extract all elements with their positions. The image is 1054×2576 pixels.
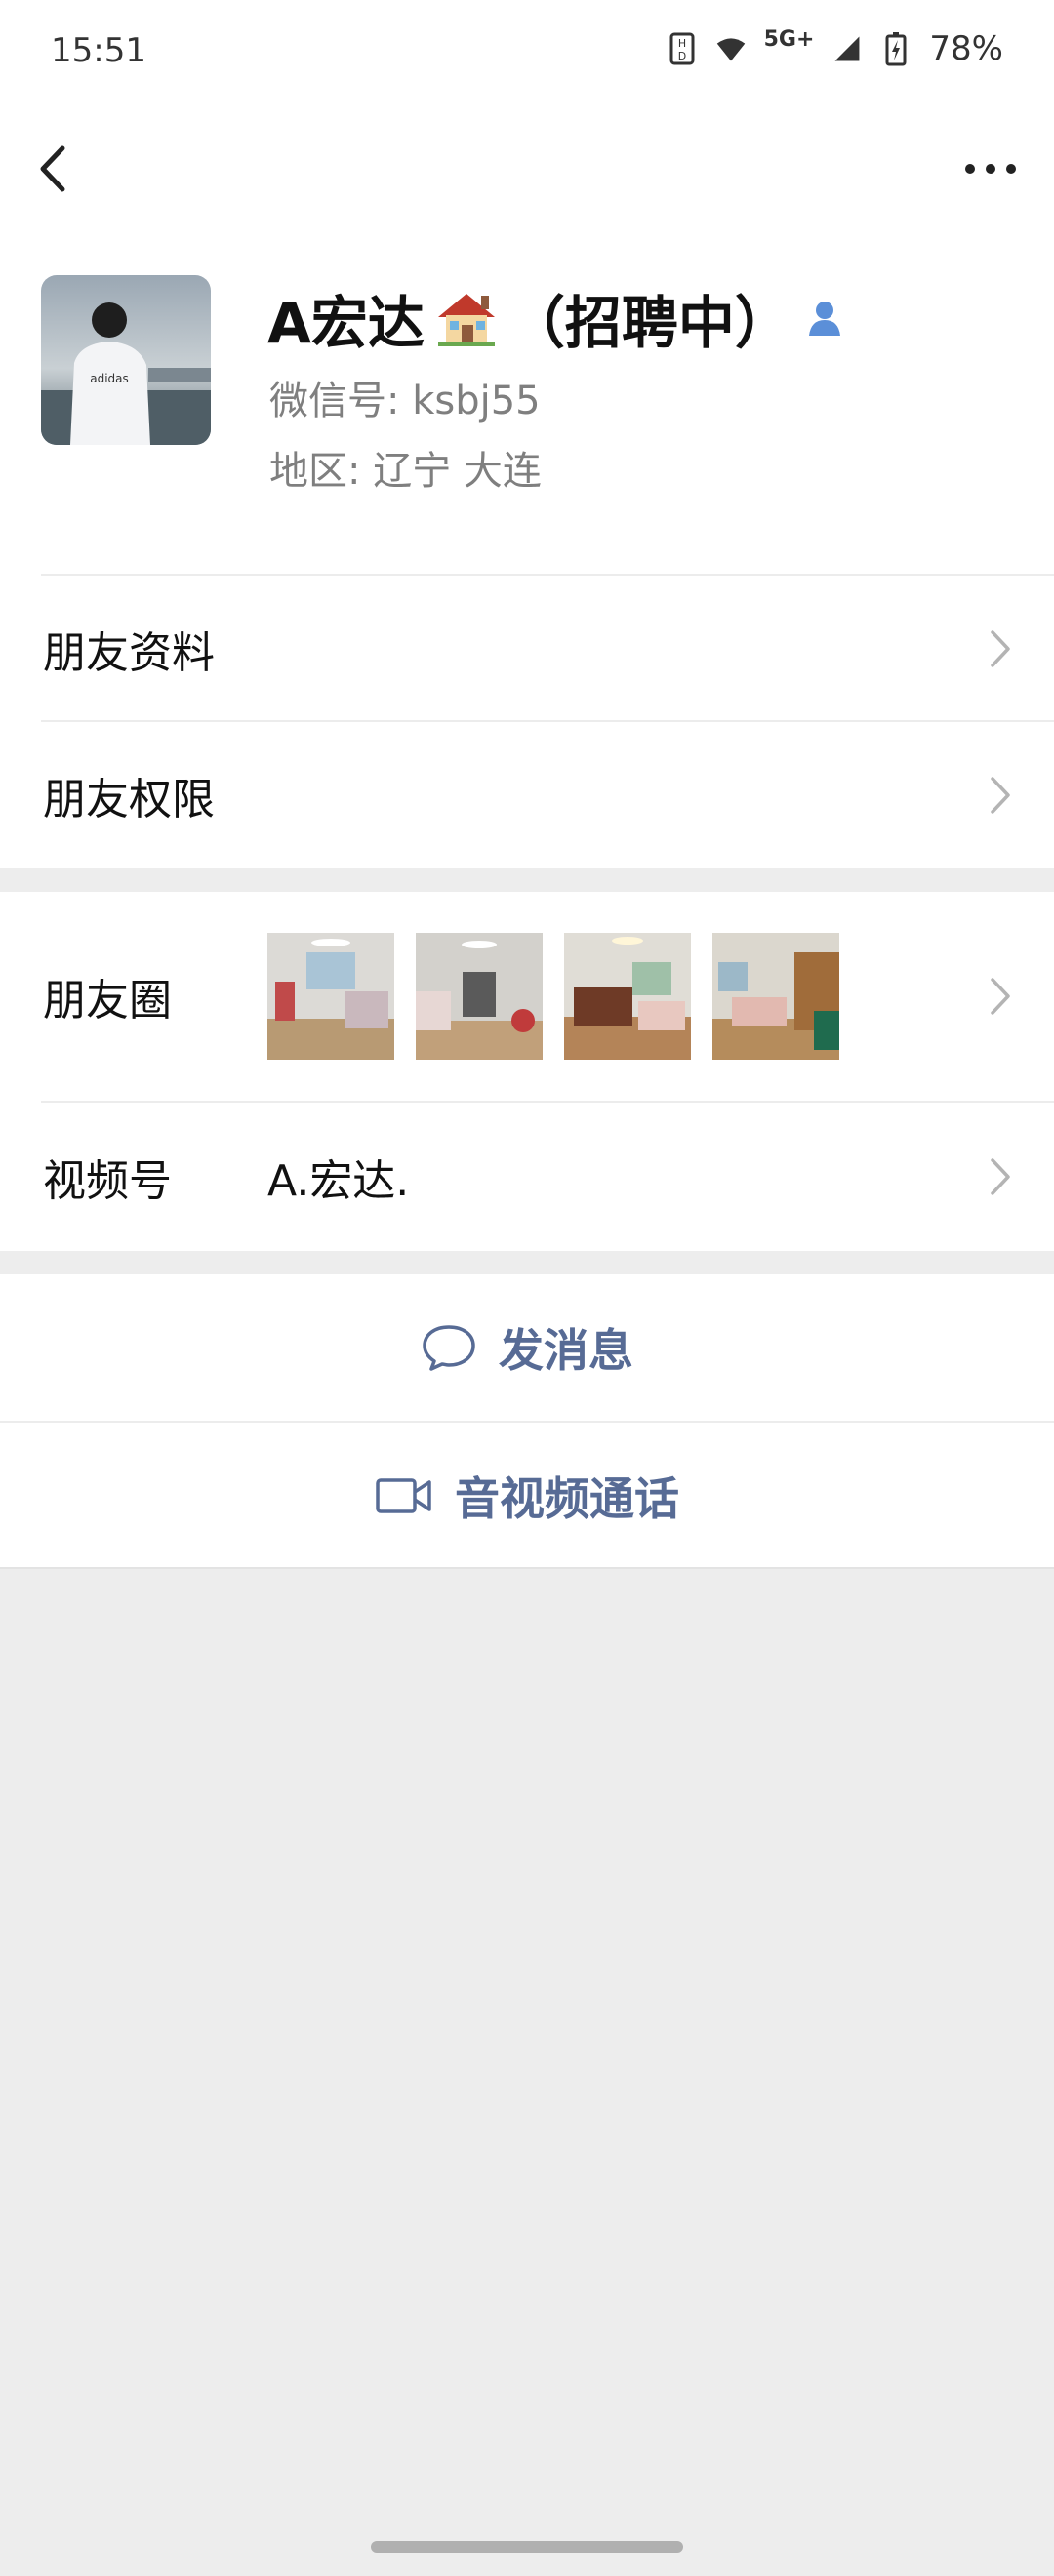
moments-channels-section: 朋友圈 视频号 A.宏达. xyxy=(0,892,1054,1251)
signal-icon xyxy=(834,36,860,61)
send-message-label: 发消息 xyxy=(499,1324,633,1377)
chevron-right-icon xyxy=(991,1158,1010,1195)
profile-header: adidas A宏达 （招聘中） 微信号: ksbj55 地区: 辽宁 大连 xyxy=(0,232,1054,574)
moments-thumbnail[interactable] xyxy=(267,933,394,1060)
battery-icon xyxy=(885,32,907,66)
moments-row[interactable]: 朋友圈 xyxy=(0,892,1054,1101)
moments-thumbnail[interactable] xyxy=(416,933,543,1060)
friend-info-label: 朋友资料 xyxy=(43,628,215,678)
bedroom-photo-icon xyxy=(416,933,543,1060)
friend-permissions-label: 朋友权限 xyxy=(43,775,215,825)
nav-bar xyxy=(0,105,1054,232)
send-message-button[interactable]: 发消息 xyxy=(0,1274,1054,1421)
moments-thumbnail[interactable] xyxy=(564,933,691,1060)
chevron-right-icon xyxy=(991,777,1010,814)
battery-percent: 78% xyxy=(929,29,1003,68)
chat-bubble-icon xyxy=(423,1325,475,1371)
video-camera-icon xyxy=(376,1478,431,1513)
moments-thumbnails xyxy=(267,933,839,1060)
divider xyxy=(0,1567,1054,1569)
avatar-image: adidas xyxy=(41,275,211,445)
network-type: 5G+ xyxy=(763,26,815,52)
bedroom-photo-icon xyxy=(267,933,394,1060)
video-call-button[interactable]: 音视频通话 xyxy=(0,1423,1054,1569)
svg-text:adidas: adidas xyxy=(90,372,129,385)
status-bar: 15:51 H D 5G+ 78% xyxy=(0,0,1054,105)
moments-label: 朋友圈 xyxy=(43,976,172,1026)
back-button[interactable] xyxy=(29,135,98,203)
person-icon xyxy=(808,302,840,336)
channels-row[interactable]: 视频号 A.宏达. xyxy=(0,1103,1054,1251)
status-time: 15:51 xyxy=(51,31,146,70)
hd-icon: H D xyxy=(669,32,695,65)
friend-settings-section: 朋友资料 朋友权限 xyxy=(0,574,1054,868)
channels-label: 视频号 xyxy=(43,1156,172,1206)
contact-name: A宏达 xyxy=(267,290,425,356)
friend-permissions-row[interactable]: 朋友权限 xyxy=(0,722,1054,868)
region: 地区: 辽宁 大连 xyxy=(269,449,542,494)
chevron-left-icon xyxy=(40,145,65,192)
wifi-icon xyxy=(716,38,745,61)
svg-text:H: H xyxy=(677,37,685,50)
wechat-id: 微信号: ksbj55 xyxy=(269,379,541,423)
more-dots-icon xyxy=(965,164,1016,174)
video-call-label: 音视频通话 xyxy=(455,1472,679,1525)
avatar[interactable]: adidas xyxy=(41,275,211,445)
house-icon xyxy=(437,294,495,346)
channel-name: A.宏达. xyxy=(267,1156,410,1206)
friend-info-row[interactable]: 朋友资料 xyxy=(0,576,1054,722)
svg-text:D: D xyxy=(677,50,685,62)
chevron-right-icon xyxy=(991,630,1010,667)
status-icons: H D 5G+ 78% xyxy=(667,26,1003,68)
name-row: A宏达 （招聘中） xyxy=(267,277,846,359)
home-indicator[interactable] xyxy=(371,2541,683,2553)
more-button[interactable] xyxy=(956,135,1025,203)
bedroom-photo-icon xyxy=(564,933,691,1060)
contact-status-tag: （招聘中） xyxy=(507,290,791,356)
bedroom-photo-icon xyxy=(712,933,839,1060)
moments-thumbnail[interactable] xyxy=(712,933,839,1060)
chevron-right-icon xyxy=(991,978,1010,1015)
